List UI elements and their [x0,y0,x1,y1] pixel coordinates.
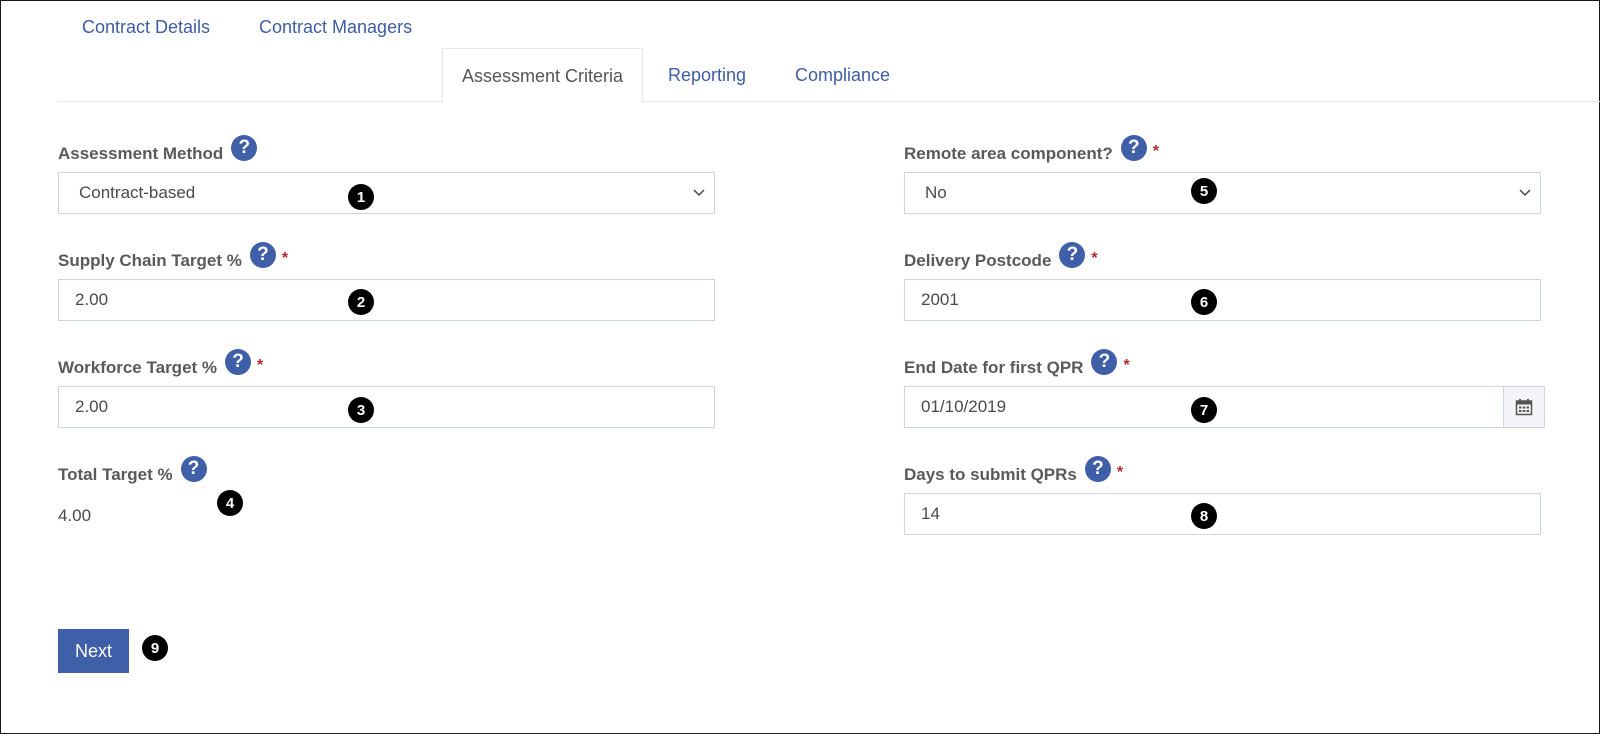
marker-5: 5 [1191,178,1217,204]
supply-chain-target-label: Supply Chain Target % ? * [58,242,289,274]
help-icon[interactable]: ? [1120,135,1147,161]
end-date-qpr-value: 01/10/2019 [921,397,1007,416]
days-submit-qprs-label: Days to submit QPRs ? * [904,456,1124,488]
tab-reporting[interactable]: Reporting [668,48,746,100]
delivery-postcode-value: 2001 [921,290,959,309]
remote-area-select[interactable]: No [904,172,1541,214]
delivery-postcode-input[interactable]: 2001 [904,279,1541,321]
required-asterisk: * [281,250,289,267]
remote-area-label: Remote area component? ? * [904,135,1159,167]
delivery-postcode-label-text: Delivery Postcode [904,251,1052,270]
delivery-postcode-label: Delivery Postcode ? * [904,242,1098,274]
calendar-icon [1515,399,1533,416]
supply-chain-target-label-text: Supply Chain Target % [58,251,242,270]
help-icon[interactable]: ? [225,349,252,375]
chevron-down-icon [693,189,705,197]
required-asterisk: * [1091,250,1098,267]
end-date-qpr-label: End Date for first QPR ? * [904,349,1130,381]
workforce-target-label-text: Workforce Target % [58,358,218,377]
chevron-down-icon [1519,189,1531,197]
required-asterisk: * [1123,357,1130,374]
days-submit-qprs-label-text: Days to submit QPRs [904,465,1077,484]
tab-compliance[interactable]: Compliance [795,48,890,100]
total-target-label: Total Target % ? [58,456,207,488]
help-icon[interactable]: ? [249,242,276,268]
required-asterisk: * [257,357,264,374]
required-asterisk: * [1116,464,1124,481]
tab-contract-managers[interactable]: Contract Managers [259,0,412,52]
supply-chain-target-value: 2.00 [75,290,109,309]
marker-2: 2 [348,289,374,315]
days-submit-qprs-value: 14 [921,504,940,523]
help-icon[interactable]: ? [231,135,258,161]
marker-9: 9 [142,635,168,661]
assessment-method-label: Assessment Method ? [58,135,258,167]
assessment-method-label-text: Assessment Method [58,144,224,163]
total-target-value: 4.00 [58,506,92,525]
marker-4: 4 [217,490,243,516]
calendar-button[interactable] [1503,386,1545,428]
tabs-divider [58,101,1600,102]
supply-chain-target-input[interactable]: 2.00 [58,279,715,321]
assessment-method-value: Contract-based [79,183,196,202]
help-icon[interactable]: ? [1059,242,1086,268]
marker-1: 1 [348,184,374,210]
total-target-label-text: Total Target % [58,465,173,484]
help-icon[interactable]: ? [1091,349,1118,375]
workforce-target-label: Workforce Target % ? * [58,349,264,381]
required-asterisk: * [1152,143,1159,160]
tab-assessment-criteria[interactable]: Assessment Criteria [442,48,643,103]
remote-area-label-text: Remote area component? [904,144,1113,163]
workforce-target-input[interactable]: 2.00 [58,386,715,428]
marker-7: 7 [1191,397,1217,423]
marker-8: 8 [1191,503,1217,529]
next-button[interactable]: Next [58,629,129,673]
help-icon[interactable]: ? [1084,456,1111,482]
assessment-method-select[interactable]: Contract-based [58,172,715,214]
end-date-qpr-label-text: End Date for first QPR [904,358,1084,377]
days-submit-qprs-input[interactable]: 14 [904,493,1541,535]
workforce-target-value: 2.00 [75,397,109,416]
tab-contract-details[interactable]: Contract Details [82,0,210,52]
marker-6: 6 [1191,289,1217,315]
remote-area-value: No [925,183,947,202]
help-icon[interactable]: ? [180,456,207,482]
marker-3: 3 [348,397,374,423]
